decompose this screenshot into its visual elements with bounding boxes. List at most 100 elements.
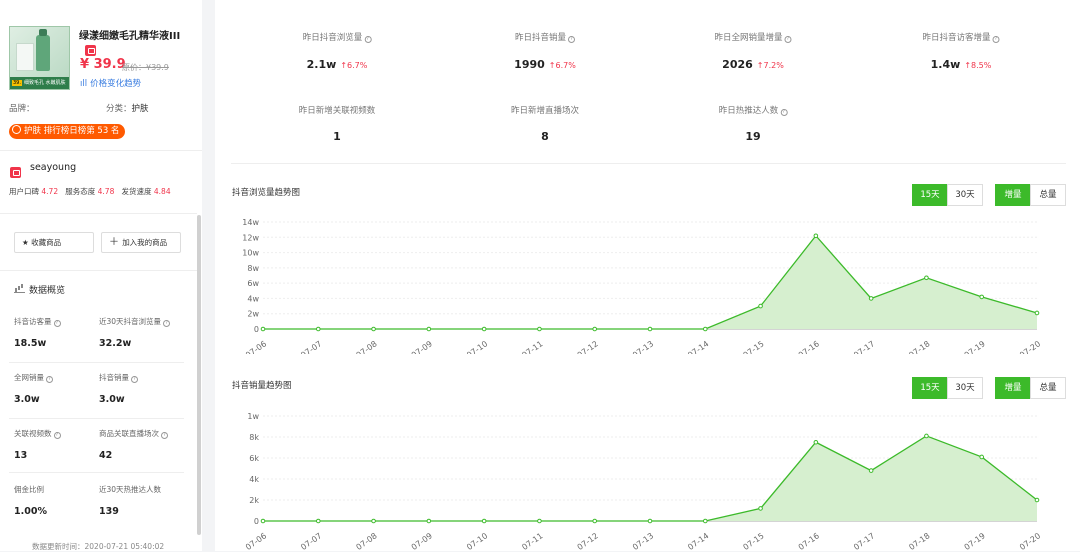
rank-badge[interactable]: 护肤 排行榜日榜第 53 名 [9, 124, 126, 139]
summary-value: 2026 ↑7.2% [722, 58, 784, 71]
help-icon[interactable]: ? [784, 36, 792, 43]
x-tick-label: 07-15 [742, 339, 766, 354]
chart2-increment-toggle[interactable]: 增量 [995, 377, 1031, 399]
x-tick-label: 07-18 [907, 531, 931, 551]
chart1-15days-toggle[interactable]: 15天 [912, 184, 948, 206]
sidebar: 39. 细致毛孔 水嫩肌肤 绿漾细嫩毛孔精华液III ¥ 39.9 原价：¥39.… [0, 0, 202, 551]
summary-label-text: 昨日抖音访客增量 [922, 33, 991, 43]
divider [0, 150, 202, 151]
overview-stat-label: 佣金比例 [14, 484, 44, 495]
overview-stat-label: 全网销量? [14, 372, 53, 383]
data-point [868, 296, 874, 301]
x-tick-label: 07-06 [244, 531, 268, 551]
x-tick-label: 07-13 [631, 531, 655, 551]
y-tick-label: 10w [242, 249, 259, 258]
overview-title: 数据概览 [14, 283, 65, 296]
data-point [924, 433, 929, 439]
chart2-15days-toggle[interactable]: 15天 [912, 377, 948, 399]
x-tick-label: 07-13 [631, 339, 655, 354]
main-panel: 昨日抖音浏览量? 2.1w ↑6.7% 昨日抖音销量? 1990 ↑6.7% 昨日全网销量增… [215, 0, 1080, 551]
product-title[interactable]: 绿漾细嫩毛孔精华液III [79, 27, 180, 42]
add-mine-label: 加入我的商品 [122, 238, 168, 247]
overview-title-text: 数据概览 [29, 286, 66, 296]
help-icon[interactable]: ? [53, 432, 61, 439]
overview-stat-label-text: 抖音访客量 [14, 317, 52, 326]
overview-stat-value: 1.00% [14, 506, 47, 517]
favorite-button[interactable]: ★ 收藏商品 [14, 232, 94, 253]
data-point [924, 275, 929, 281]
chart-title-views: 抖音浏览量趋势图 [232, 188, 301, 198]
help-icon[interactable]: ? [780, 109, 788, 116]
star-icon: ★ [22, 238, 32, 247]
summary-label: 昨日新增关联视频数 [299, 104, 376, 116]
plus-icon: ＋ [109, 237, 123, 248]
data-point [813, 439, 819, 445]
product-image-strip: 39. 细致毛孔 水嫩肌肤 [10, 77, 69, 89]
score-ship-value: 4.84 [153, 187, 171, 196]
help-icon[interactable]: ? [46, 376, 53, 383]
product-image-strip-text: 细致毛孔 水嫩肌肤 [23, 80, 66, 86]
y-tick-label: 0 [254, 517, 259, 526]
chart1-total-toggle[interactable]: 总量 [1030, 184, 1066, 206]
x-tick-label: 07-10 [465, 531, 489, 551]
x-tick-label: 07-19 [963, 339, 987, 354]
help-icon[interactable]: ? [131, 376, 138, 383]
help-icon[interactable]: ? [163, 320, 171, 327]
data-point [315, 326, 321, 332]
chart2-total-toggle[interactable]: 总量 [1030, 377, 1066, 399]
data-point [592, 326, 598, 332]
x-tick-label: 07-18 [907, 339, 931, 354]
data-point [426, 326, 432, 332]
help-icon[interactable]: ? [364, 36, 372, 43]
y-tick-label: 6w [247, 279, 259, 288]
overview-stat-label-text: 佣金比例 [14, 485, 44, 494]
summary-value: 8 [541, 130, 549, 143]
product-price: ¥ 39.9 [80, 57, 126, 72]
x-tick-label: 07-08 [355, 339, 379, 354]
bar-chart-icon [14, 285, 25, 293]
divider [231, 163, 1066, 164]
y-tick-label: 2w [247, 310, 259, 319]
sidebar-scrollbar[interactable] [197, 215, 201, 535]
overview-stat-value: 13 [14, 450, 28, 461]
product-image[interactable]: 39. 细致毛孔 水嫩肌肤 [9, 26, 70, 90]
help-icon[interactable]: ? [568, 36, 576, 43]
help-icon[interactable]: ? [53, 320, 61, 327]
add-my-product-button[interactable]: ＋ 加入我的商品 [101, 232, 181, 253]
shop-name[interactable]: seayoung [30, 162, 76, 173]
summary-value-text: 2026 [722, 58, 753, 71]
summary-label-text: 昨日新增关联视频数 [298, 106, 376, 116]
price-trend-link[interactable]: ıll 价格变化趋势 [80, 77, 141, 89]
overview-stat-label: 商品关联直播场次? [99, 428, 168, 439]
help-icon[interactable]: ? [992, 36, 1000, 43]
summary-value: 1.4w ↑8.5% [931, 58, 992, 71]
overview-stat-label-text: 商品关联直播场次 [99, 429, 159, 438]
summary-value-text: 8 [541, 130, 549, 143]
chart1-30days-toggle[interactable]: 30天 [947, 184, 983, 206]
category-label: 分类： [106, 104, 132, 114]
score-service-label: 服务态度 [65, 187, 96, 196]
data-point [702, 326, 708, 332]
y-tick-label: 4w [247, 294, 259, 303]
trend-chart-icon: ıll [80, 79, 88, 89]
x-tick-label: 07-15 [742, 531, 766, 551]
overview-stat-label-text: 关联视频数 [14, 429, 52, 438]
overview-stat-label: 近30天热推达人数 [99, 484, 161, 495]
x-tick-label: 07-20 [1018, 339, 1042, 354]
data-point [537, 326, 542, 332]
chart2-30days-toggle[interactable]: 30天 [947, 377, 983, 399]
x-tick-label: 07-16 [797, 531, 821, 551]
x-tick-label: 07-11 [520, 339, 544, 354]
area-fill [263, 435, 1037, 521]
data-point [758, 506, 763, 511]
divider [9, 418, 184, 419]
summary-value-text: 1 [333, 130, 341, 143]
help-icon[interactable]: ? [161, 432, 168, 439]
y-tick-label: 2k [249, 496, 259, 505]
chart1-increment-toggle[interactable]: 增量 [995, 184, 1031, 206]
score-word-label: 用户口碑 [9, 187, 39, 196]
summary-value-text: 1990 [514, 58, 545, 71]
chart-title-sales: 抖音销量趋势图 [232, 381, 292, 391]
data-point [260, 326, 266, 332]
x-tick-label: 07-06 [244, 339, 268, 354]
